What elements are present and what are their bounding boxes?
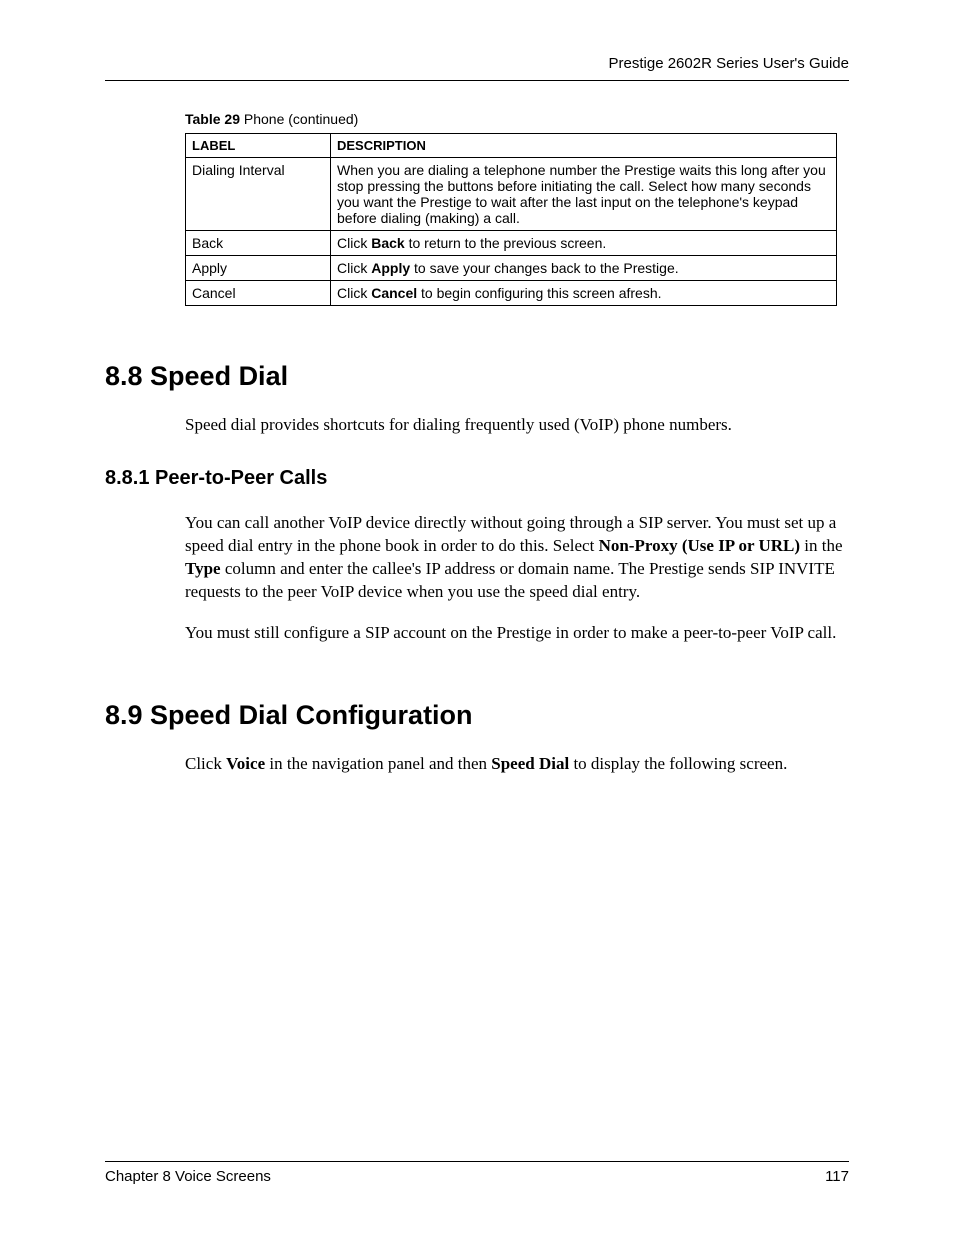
footer-chapter: Chapter 8 Voice Screens xyxy=(105,1168,271,1185)
heading-8-8: 8.8 Speed Dial xyxy=(105,361,849,392)
header-rule xyxy=(105,80,849,81)
footer-page-number: 117 xyxy=(825,1168,849,1185)
table-cell-label: Dialing Interval xyxy=(186,158,331,231)
heading-8-9: 8.9 Speed Dial Configuration xyxy=(105,700,849,731)
table-row: Cancel Click Cancel to begin configuring… xyxy=(186,281,837,306)
table-header-label: LABEL xyxy=(186,134,331,158)
footer-rule xyxy=(105,1161,849,1162)
table-caption-number: Table 29 xyxy=(185,111,240,127)
table-cell-desc: Click Cancel to begin configuring this s… xyxy=(331,281,837,306)
footer: Chapter 8 Voice Screens 117 xyxy=(105,1161,849,1185)
table-caption: Table 29 Phone (continued) xyxy=(185,111,849,127)
para-8-8-1-a: You can call another VoIP device directl… xyxy=(185,512,849,604)
table-cell-desc: When you are dialing a telephone number … xyxy=(331,158,837,231)
table-cell-desc: Click Back to return to the previous scr… xyxy=(331,231,837,256)
phone-table: LABEL DESCRIPTION Dialing Interval When … xyxy=(185,133,837,306)
table-caption-text: Phone (continued) xyxy=(240,111,358,127)
para-8-8-1-b: You must still configure a SIP account o… xyxy=(185,622,849,645)
table-row: Back Click Back to return to the previou… xyxy=(186,231,837,256)
para-8-8: Speed dial provides shortcuts for dialin… xyxy=(185,414,849,437)
table-cell-label: Apply xyxy=(186,256,331,281)
table-header-row: LABEL DESCRIPTION xyxy=(186,134,837,158)
heading-8-8-1: 8.8.1 Peer-to-Peer Calls xyxy=(105,467,849,490)
table-row: Apply Click Apply to save your changes b… xyxy=(186,256,837,281)
table-row: Dialing Interval When you are dialing a … xyxy=(186,158,837,231)
table-cell-label: Cancel xyxy=(186,281,331,306)
header-guide-title: Prestige 2602R Series User's Guide xyxy=(105,55,849,72)
table-cell-desc: Click Apply to save your changes back to… xyxy=(331,256,837,281)
table-cell-label: Back xyxy=(186,231,331,256)
para-8-9: Click Voice in the navigation panel and … xyxy=(185,753,849,776)
table-header-description: DESCRIPTION xyxy=(331,134,837,158)
